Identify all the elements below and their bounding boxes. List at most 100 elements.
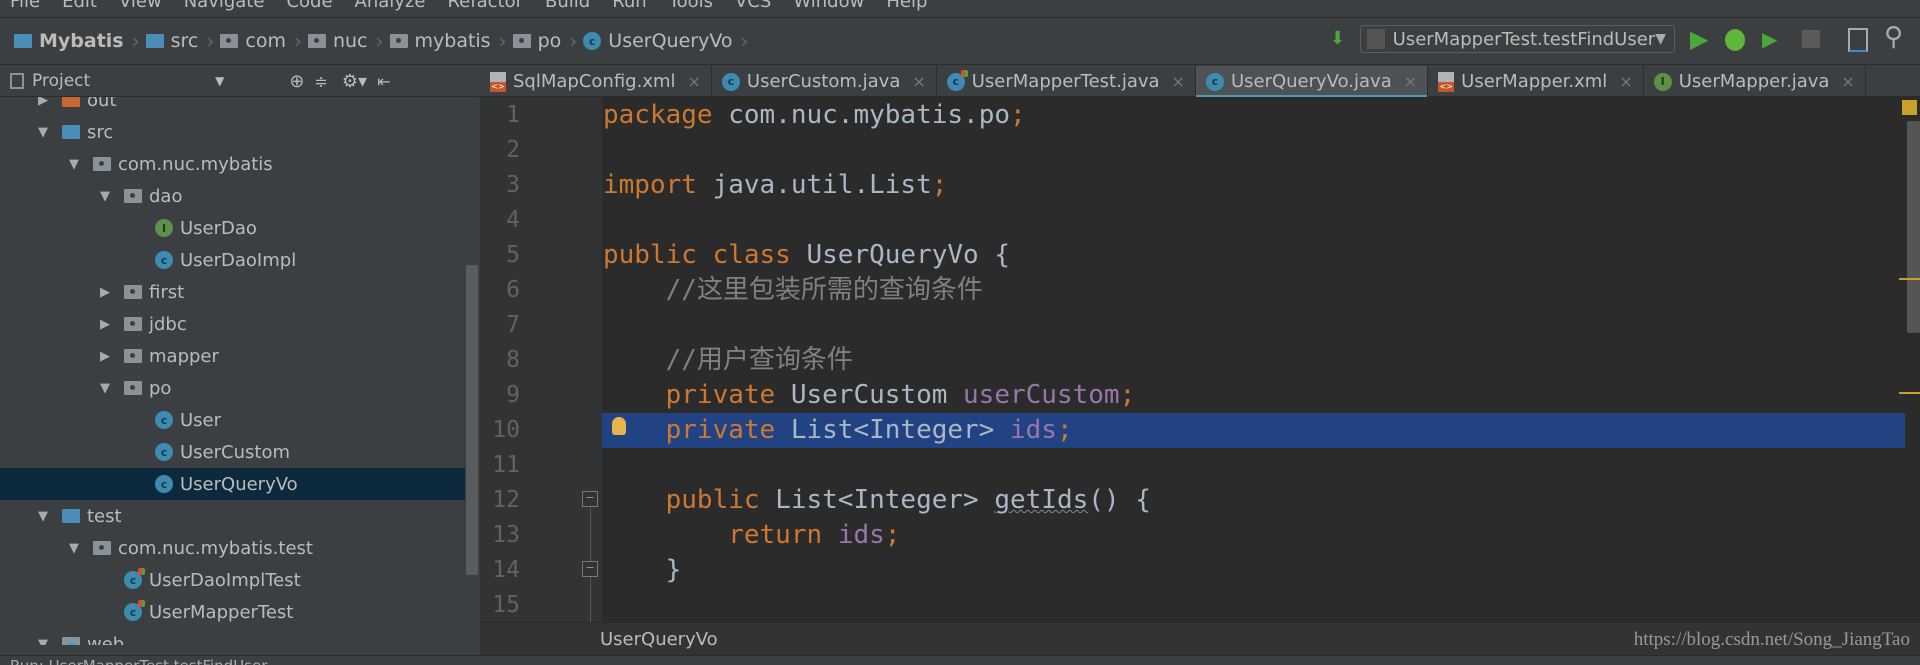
menu-item-vcs[interactable]: VCS xyxy=(735,0,771,12)
tab-usermapper-xml[interactable]: UserMapper.xml × xyxy=(1428,66,1644,97)
code-line[interactable]: return ids; xyxy=(602,518,1905,553)
tree-item[interactable]: I UserDao xyxy=(0,212,465,244)
tree-item[interactable]: ▼ dao xyxy=(0,180,465,212)
collapsed-arrow-icon[interactable]: ▶ xyxy=(36,97,50,108)
tree-item[interactable]: ▼ com.nuc.mybatis.test xyxy=(0,532,465,564)
tree-item[interactable]: c User xyxy=(0,404,465,436)
code-line[interactable]: //用户查询条件 xyxy=(602,343,1905,378)
menu-item-build[interactable]: Build xyxy=(545,0,590,12)
collapse-all-icon[interactable]: ≑ xyxy=(315,72,328,91)
tree-item[interactable]: c UserQueryVo xyxy=(0,468,465,500)
tab-userqueryvo-java[interactable]: c UserQueryVo.java × xyxy=(1195,66,1429,98)
sort-icon[interactable]: ⬇ xyxy=(1330,28,1345,49)
warning-stripe[interactable] xyxy=(1899,392,1920,394)
tree-item[interactable]: c UserDaoImplTest xyxy=(0,564,465,596)
lightbulb-icon[interactable] xyxy=(612,417,626,435)
tree-item[interactable]: ▶ mapper xyxy=(0,340,465,372)
menu-item-edit[interactable]: Edit xyxy=(62,0,97,12)
menu-item-window[interactable]: Window xyxy=(793,0,864,12)
warning-stripe[interactable] xyxy=(1899,278,1920,280)
expanded-arrow-icon[interactable]: ▼ xyxy=(36,125,50,140)
code-line[interactable]: package com.nuc.mybatis.po; xyxy=(602,98,1905,133)
tree-item[interactable]: ▶ jdbc xyxy=(0,308,465,340)
tree-item[interactable]: ▶ first xyxy=(0,276,465,308)
breadcrumb-item[interactable]: Mybatis › xyxy=(14,29,140,53)
locate-icon[interactable]: ⊕ xyxy=(289,71,304,92)
close-icon[interactable]: × xyxy=(1619,72,1632,91)
tree-item[interactable]: c UserCustom xyxy=(0,436,465,468)
code-line[interactable] xyxy=(602,203,1905,238)
expanded-arrow-icon[interactable]: ▼ xyxy=(98,189,112,204)
breadcrumb-item[interactable]: c UserQueryVo › xyxy=(583,29,748,53)
tab-usermappertest-java[interactable]: c UserMapperTest.java × xyxy=(937,66,1196,97)
chevron-down-icon[interactable]: ▼ xyxy=(215,74,224,88)
project-structure-icon[interactable] xyxy=(1848,28,1868,52)
tree-item[interactable]: c UserDaoImpl xyxy=(0,244,465,276)
tab-usercustom-java[interactable]: c UserCustom.java × xyxy=(712,66,937,97)
stop-icon[interactable] xyxy=(1802,30,1820,48)
tree-item[interactable]: ▼ web xyxy=(0,628,465,645)
tree-item[interactable]: ▶ out xyxy=(0,97,465,116)
tree-item[interactable]: ▼ po xyxy=(0,372,465,404)
tab-sqlmapconfig-xml[interactable]: SqlMapConfig.xml × xyxy=(480,66,712,97)
code-line[interactable]: private List<Integer> ids; xyxy=(602,413,1905,448)
breadcrumb-item[interactable]: nuc › xyxy=(307,29,384,53)
code-line[interactable]: public class UserQueryVo { xyxy=(602,238,1905,273)
collapsed-arrow-icon[interactable]: ▶ xyxy=(98,317,112,332)
code-line[interactable] xyxy=(602,448,1905,483)
expanded-arrow-icon[interactable]: ▼ xyxy=(36,637,50,646)
run-tab-label[interactable]: Run: UserMapperTest.testFindUser xyxy=(0,657,267,665)
breadcrumb-item[interactable]: com › xyxy=(220,29,302,53)
code-line[interactable]: import java.util.List; xyxy=(602,168,1905,203)
code-line[interactable] xyxy=(602,133,1905,168)
close-icon[interactable]: × xyxy=(688,72,701,91)
code-line[interactable]: private UserCustom userCustom; xyxy=(602,378,1905,413)
expanded-arrow-icon[interactable]: ▼ xyxy=(98,381,112,396)
breadcrumb-item[interactable]: po › xyxy=(512,29,577,53)
tree-item[interactable]: ▼ test xyxy=(0,500,465,532)
code-line[interactable]: public List<Integer> getIds() { xyxy=(602,483,1905,518)
project-panel-title[interactable]: Project xyxy=(32,71,90,91)
code-line[interactable] xyxy=(602,588,1905,623)
fold-marker-icon[interactable]: − xyxy=(582,491,598,507)
menu-item-tools[interactable]: Tools xyxy=(669,0,713,12)
code-line[interactable]: //这里包装所需的查询条件 xyxy=(602,273,1905,308)
menu-item-code[interactable]: Code xyxy=(286,0,332,12)
run-configuration-select[interactable]: UserMapperTest.testFindUser ▼ xyxy=(1360,25,1675,53)
project-tree-scrollbar[interactable] xyxy=(466,265,478,575)
code-line[interactable]: } xyxy=(602,553,1905,588)
menu-item-view[interactable]: View xyxy=(119,0,162,12)
tree-item[interactable]: c UserMapperTest xyxy=(0,596,465,628)
menu-item-run[interactable]: Run xyxy=(612,0,647,12)
expanded-arrow-icon[interactable]: ▼ xyxy=(67,157,81,172)
editor-scrollbar[interactable] xyxy=(1907,121,1920,333)
close-icon[interactable]: × xyxy=(1172,72,1185,91)
close-icon[interactable]: × xyxy=(912,72,925,91)
close-icon[interactable]: × xyxy=(1841,72,1854,91)
close-icon[interactable]: × xyxy=(1404,72,1417,91)
menu-item-help[interactable]: Help xyxy=(886,0,927,12)
collapsed-arrow-icon[interactable]: ▶ xyxy=(98,285,112,300)
menu-item-navigate[interactable]: Navigate xyxy=(184,0,265,12)
gear-icon[interactable]: ⚙▾ xyxy=(342,71,367,92)
fold-marker-icon[interactable]: − xyxy=(582,561,598,577)
run-icon[interactable]: ▶ xyxy=(1690,25,1708,53)
tree-item[interactable]: ▼ src xyxy=(0,116,465,148)
debug-icon[interactable] xyxy=(1725,29,1745,51)
breadcrumb-item[interactable]: src › xyxy=(145,29,214,53)
expanded-arrow-icon[interactable]: ▼ xyxy=(67,541,81,556)
collapsed-arrow-icon[interactable]: ▶ xyxy=(98,349,112,364)
menu-item-refactor[interactable]: Refactor xyxy=(447,0,523,12)
menu-item-file[interactable]: File xyxy=(10,0,40,12)
menu-item-analyze[interactable]: Analyze xyxy=(355,0,426,12)
warning-status-icon[interactable] xyxy=(1902,100,1917,115)
breadcrumb-item[interactable]: mybatis › xyxy=(389,29,507,53)
hide-panel-icon[interactable]: ⇤ xyxy=(377,72,390,91)
code-line[interactable] xyxy=(602,308,1905,343)
tab-usermapper-java[interactable]: I UserMapper.java × xyxy=(1644,66,1866,97)
editor-breadcrumb-item[interactable]: UserQueryVo xyxy=(600,629,718,650)
coverage-icon[interactable]: ▶ xyxy=(1762,27,1777,51)
expanded-arrow-icon[interactable]: ▼ xyxy=(36,509,50,524)
search-icon[interactable]: ⚲ xyxy=(1884,22,1903,52)
tree-item[interactable]: ▼ com.nuc.mybatis xyxy=(0,148,465,180)
